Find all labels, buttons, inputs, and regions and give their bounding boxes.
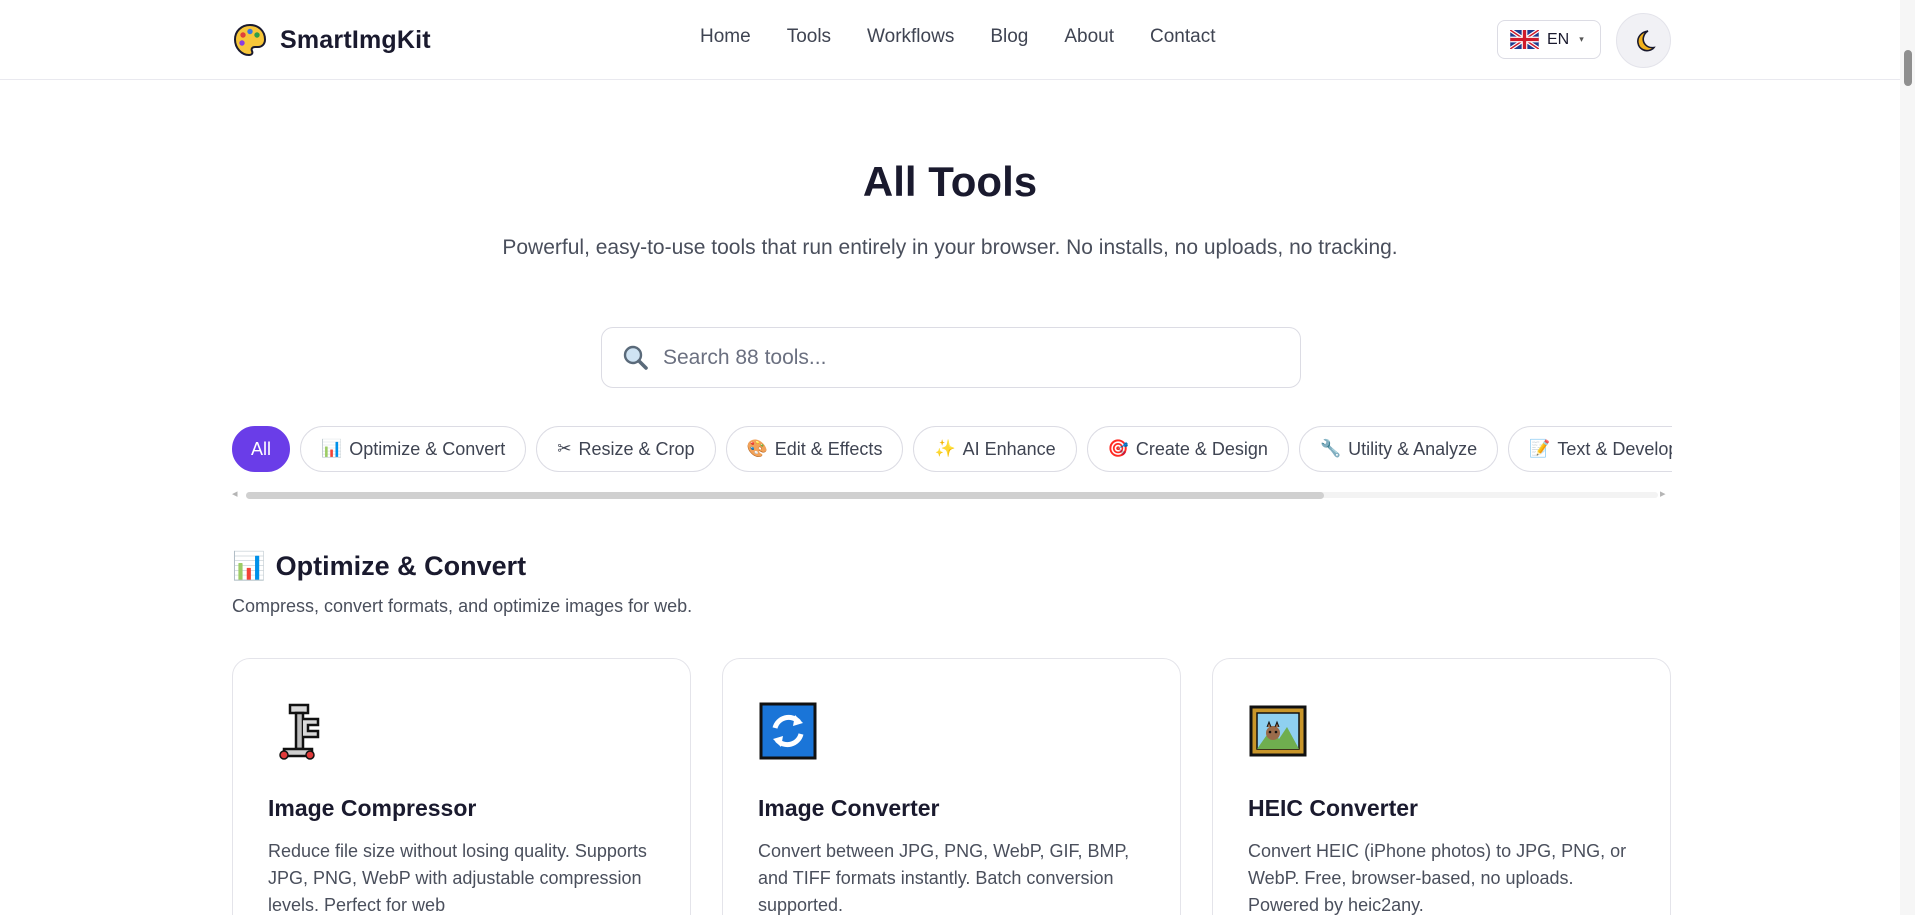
tool-card-heic-converter[interactable]: HEIC Converter Convert HEIC (iPhone phot… xyxy=(1212,658,1671,915)
palette-icon xyxy=(233,23,267,57)
page-title: All Tools xyxy=(862,158,1038,205)
filter-chip-text-developer[interactable]: 📝 Text & Developer xyxy=(1508,426,1672,472)
page-scrollbar[interactable] xyxy=(1900,0,1915,915)
theme-toggle-button[interactable] xyxy=(1616,13,1671,68)
moon-icon xyxy=(1636,29,1656,51)
sparkles-icon: ✨ xyxy=(934,439,956,458)
site-header: SmartImgKit Home Tools Workflows Blog Ab… xyxy=(0,0,1900,80)
filter-chip-label: Resize & Crop xyxy=(578,438,695,459)
search-box[interactable] xyxy=(601,327,1301,388)
memo-icon: 📝 xyxy=(1529,439,1551,458)
tool-card-image-converter[interactable]: Image Converter Convert between JPG, PNG… xyxy=(722,658,1181,915)
section-description: Compress, convert formats, and optimize … xyxy=(232,596,693,616)
filter-chip-resize-crop[interactable]: ✂ Resize & Crop xyxy=(536,426,716,472)
nav-contact[interactable]: Contact xyxy=(1150,26,1215,48)
clamp-icon xyxy=(268,701,328,761)
section-title: 📊 Optimize & Convert xyxy=(232,550,526,582)
target-icon: 🎯 xyxy=(1107,439,1129,458)
category-filter-bar: All 📊 Optimize & Convert ✂ Resize & Crop… xyxy=(232,426,1672,478)
nav-home[interactable]: Home xyxy=(700,26,751,48)
main-nav: Home Tools Workflows Blog About Contact xyxy=(700,26,1216,48)
palette-icon: 🎨 xyxy=(746,439,768,458)
filter-chip-label: Optimize & Convert xyxy=(349,438,506,459)
filter-chip-label: Utility & Analyze xyxy=(1348,438,1478,459)
filter-chip-label: Text & Developer xyxy=(1557,438,1672,459)
chevron-down-icon: ▾ xyxy=(1579,34,1584,44)
filter-chip-edit-effects[interactable]: 🎨 Edit & Effects xyxy=(725,426,904,472)
section-title-text: Optimize & Convert xyxy=(275,550,527,581)
tool-card-image-compressor[interactable]: Image Compressor Reduce file size withou… xyxy=(232,658,691,915)
bar-chart-icon: 📊 xyxy=(321,439,343,458)
language-selector[interactable]: EN ▾ xyxy=(1497,20,1601,59)
search-icon xyxy=(623,345,648,370)
filter-chip-utility-analyze[interactable]: 🔧 Utility & Analyze xyxy=(1298,426,1499,472)
tool-card-description: Reduce file size without losing quality.… xyxy=(268,841,647,915)
tool-card-description: Convert HEIC (iPhone photos) to JPG, PNG… xyxy=(1248,841,1627,915)
filter-chip-label: All xyxy=(251,438,272,459)
uk-flag-icon xyxy=(1510,30,1539,49)
filter-bar-scroll-thumb[interactable] xyxy=(246,492,1324,499)
brand-logo[interactable]: SmartImgKit xyxy=(232,20,431,60)
filter-chip-label: Edit & Effects xyxy=(774,438,883,459)
filter-chip-create-design[interactable]: 🎯 Create & Design xyxy=(1086,426,1289,472)
bar-chart-icon: 📊 xyxy=(232,551,266,581)
scroll-right-arrow-icon[interactable]: ▸ xyxy=(1660,487,1666,500)
tool-card-title: HEIC Converter xyxy=(1248,795,1418,821)
filter-chip-label: AI Enhance xyxy=(962,438,1056,459)
refresh-arrows-icon xyxy=(758,701,818,761)
brand-name: SmartImgKit xyxy=(280,25,431,54)
tool-card-description: Convert between JPG, PNG, WebP, GIF, BMP… xyxy=(758,841,1130,915)
tool-card-title: Image Compressor xyxy=(268,795,477,821)
nav-tools[interactable]: Tools xyxy=(787,26,831,48)
scissors-icon: ✂ xyxy=(557,439,572,458)
page-subtitle: Powerful, easy-to-use tools that run ent… xyxy=(502,236,1398,259)
nav-blog[interactable]: Blog xyxy=(990,26,1028,48)
wrench-icon: 🔧 xyxy=(1319,439,1342,458)
scroll-left-arrow-icon[interactable]: ◂ xyxy=(232,487,238,500)
language-code: EN xyxy=(1547,30,1570,48)
filter-chip-ai-enhance[interactable]: ✨ AI Enhance xyxy=(913,426,1077,472)
filter-chip-label: Create & Design xyxy=(1135,438,1268,459)
filter-chip-all[interactable]: All xyxy=(232,426,291,472)
tool-card-title: Image Converter xyxy=(758,795,940,821)
page-scrollbar-thumb[interactable] xyxy=(1904,50,1912,86)
filter-bar-scrollbar[interactable]: ◂ ▸ xyxy=(232,487,1672,500)
filter-chip-optimize-convert[interactable]: 📊 Optimize & Convert xyxy=(300,426,527,472)
nav-about[interactable]: About xyxy=(1064,26,1114,48)
search-input[interactable] xyxy=(663,345,1263,370)
framed-picture-icon xyxy=(1248,701,1308,761)
nav-workflows[interactable]: Workflows xyxy=(867,26,954,48)
